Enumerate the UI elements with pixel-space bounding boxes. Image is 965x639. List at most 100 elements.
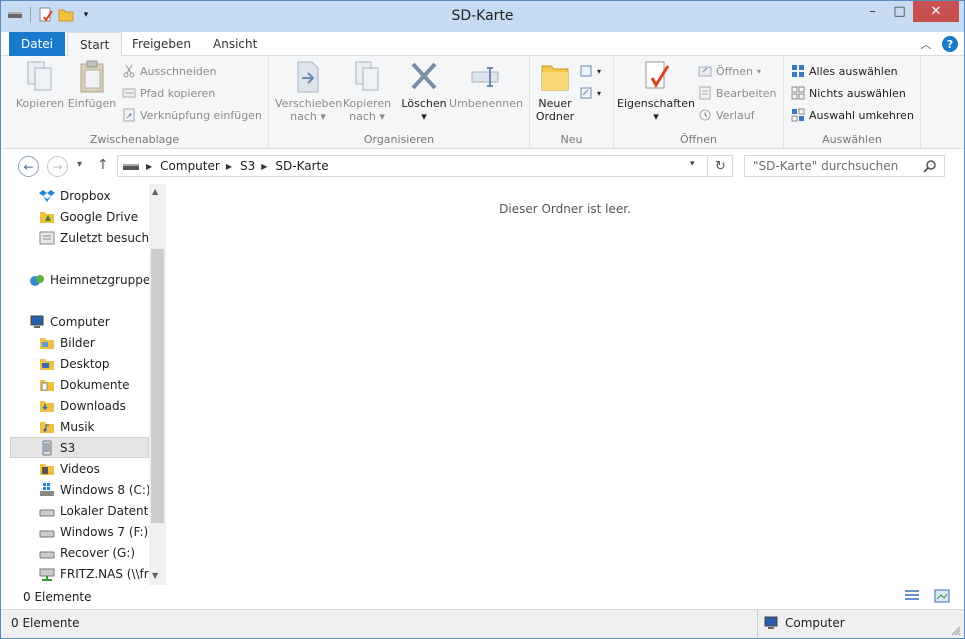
back-button[interactable]: ← xyxy=(18,156,39,177)
bearbeiten-button[interactable]: Bearbeiten xyxy=(698,83,776,103)
easy-access-icon xyxy=(580,87,592,99)
breadcrumb-s3[interactable]: S3 ▶ xyxy=(240,159,267,173)
neuer-ordner-button[interactable]: Neuer Ordner xyxy=(534,60,576,123)
title-bar: ▾ SD-Karte – □ ✕ xyxy=(1,1,964,32)
copy-icon xyxy=(27,61,52,91)
google-drive-folder-icon xyxy=(40,211,54,223)
tab-freigeben[interactable]: Freigeben xyxy=(120,32,203,56)
navigation-bar: ← → ▾ ↑ ▶ Computer ▶ S3 ▶ SD-Karte ▾ ↻ "SD… xyxy=(1,149,964,184)
pfad-kopieren-button[interactable]: Pfad kopieren xyxy=(122,83,215,103)
eigenschaften-label: Eigenschaften xyxy=(617,97,695,110)
nav-scrollbar-thumb[interactable] xyxy=(151,249,164,523)
verknuepfung-button[interactable]: Verknüpfung einfügen xyxy=(122,105,262,125)
recent-places-icon xyxy=(39,231,55,244)
chevron-right-icon[interactable]: ▶ xyxy=(146,162,152,171)
item-count-bottom: 0 Elemente xyxy=(11,616,80,630)
open-icon xyxy=(698,66,712,77)
nichts-auswaehlen-label: Nichts auswählen xyxy=(809,86,906,100)
scroll-up-icon[interactable]: ▲ xyxy=(152,187,158,196)
rename-icon xyxy=(471,67,499,87)
help-icon[interactable]: ? xyxy=(942,36,958,52)
homegroup-icon xyxy=(30,274,44,286)
breadcrumb-computer[interactable]: Computer ▶ xyxy=(160,159,232,173)
loeschen-button[interactable]: Löschen ▾ xyxy=(399,60,449,123)
computer-icon xyxy=(764,616,778,629)
ausschneiden-button[interactable]: Ausschneiden xyxy=(122,61,217,81)
search-input[interactable]: "SD-Karte" durchsuchen xyxy=(744,155,945,177)
neues-element-button[interactable]: ▾ xyxy=(579,61,601,81)
loeschen-dropdown-icon: ▾ xyxy=(421,110,427,123)
verschieben-sub: nach ▾ xyxy=(290,110,326,123)
drive-icon xyxy=(123,164,139,170)
drive-icon xyxy=(39,551,55,558)
group-oeffnen: Eigenschaften ▾ Öffnen ▾ Bearbeiten Verla… xyxy=(614,56,784,149)
group-auswaehlen: Alles auswählen Nichts auswählen Auswahl… xyxy=(784,56,921,149)
ribbon-controls: ︿ ? xyxy=(918,36,958,52)
oeffnen-button[interactable]: Öffnen ▾ xyxy=(698,61,761,81)
large-icons-view-icon[interactable] xyxy=(934,589,950,603)
shortcut-icon xyxy=(123,108,135,122)
eigenschaften-dropdown-icon: ▾ xyxy=(653,110,659,123)
address-dropdown-icon[interactable]: ▾ xyxy=(690,159,695,169)
refresh-button[interactable]: ↻ xyxy=(707,155,733,177)
group-label-organisieren: Organisieren xyxy=(363,133,435,146)
umbenennen-label: Umbenennen xyxy=(449,97,523,110)
einfuegen-button[interactable]: Einfügen xyxy=(67,60,117,110)
nichts-auswaehlen-button[interactable]: Nichts auswählen xyxy=(791,83,906,103)
details-view-icon[interactable] xyxy=(904,589,920,603)
verschieben-button[interactable]: Verschieben nach ▾ xyxy=(275,60,342,123)
location-indicator: Computer xyxy=(763,615,845,631)
item-count: 0 Elemente xyxy=(23,590,92,604)
file-list[interactable]: Dieser Ordner ist leer. xyxy=(166,184,964,585)
eigenschaften-button[interactable]: Eigenschaften ▾ xyxy=(616,60,696,123)
maximize-button[interactable]: □ xyxy=(886,1,913,22)
tab-datei[interactable]: Datei xyxy=(9,32,65,56)
ribbon-tabs: Datei Start Freigeben Ansicht ︿ ? xyxy=(1,32,964,57)
folder-icon xyxy=(40,463,54,475)
einfuegen-label: Einfügen xyxy=(67,97,117,110)
folder-icon xyxy=(40,358,54,370)
folder-icon xyxy=(40,337,54,349)
nav-item-s3[interactable]: S3 xyxy=(10,437,149,458)
close-button[interactable]: ✕ xyxy=(913,1,959,22)
resize-grip-icon[interactable] xyxy=(951,626,961,636)
recent-locations-icon[interactable]: ▾ xyxy=(77,159,82,170)
tab-ansicht[interactable]: Ansicht xyxy=(201,32,269,56)
verknuepfung-label: Verknüpfung einfügen xyxy=(140,108,262,122)
drive-icon xyxy=(39,530,55,537)
kopieren-label: Kopieren xyxy=(15,97,65,110)
up-arrow-icon[interactable]: ↑ xyxy=(97,157,109,173)
move-icon xyxy=(297,61,319,93)
group-label-oeffnen: Öffnen xyxy=(680,133,717,146)
group-neu: Neuer Ordner ▾ ▾ Neu xyxy=(530,56,614,149)
chevron-right-icon: ▶ xyxy=(261,161,268,171)
select-none-icon xyxy=(791,86,805,100)
forward-button[interactable]: → xyxy=(47,156,68,177)
ribbon-collapse-icon[interactable]: ︿ xyxy=(918,36,934,52)
group-zwischenablage: Kopieren Einfügen Ausschneiden Pfad kopi… xyxy=(1,56,269,149)
ausschneiden-label: Ausschneiden xyxy=(140,64,217,78)
scroll-down-icon[interactable]: ▼ xyxy=(152,571,158,580)
tab-start[interactable]: Start xyxy=(67,32,123,57)
kopieren-button[interactable]: Kopieren xyxy=(15,60,65,110)
verlauf-button[interactable]: Verlauf xyxy=(698,105,755,125)
minimize-button[interactable]: – xyxy=(859,1,886,22)
drive-icon xyxy=(39,509,55,516)
invert-selection-icon xyxy=(791,108,805,122)
einfacher-zugriff-button[interactable]: ▾ xyxy=(579,83,601,103)
address-bar[interactable]: ▶ Computer ▶ S3 ▶ SD-Karte xyxy=(117,155,733,177)
auswahl-umkehren-label: Auswahl umkehren xyxy=(809,108,914,122)
kopieren-nach-button[interactable]: Kopieren nach ▾ xyxy=(341,60,393,123)
umbenennen-button[interactable]: Umbenennen xyxy=(449,60,523,110)
network-drive-icon xyxy=(39,568,55,581)
phone-icon xyxy=(42,440,52,455)
scissors-icon xyxy=(123,64,135,78)
search-icon[interactable] xyxy=(923,159,937,173)
auswahl-umkehren-button[interactable]: Auswahl umkehren xyxy=(791,105,914,125)
computer-icon xyxy=(30,315,44,328)
breadcrumb-sd-karte[interactable]: SD-Karte xyxy=(275,159,328,173)
empty-folder-message: Dieser Ordner ist leer. xyxy=(499,202,631,216)
alles-auswaehlen-button[interactable]: Alles auswählen xyxy=(791,61,898,81)
status-bar: 0 Elemente xyxy=(1,585,964,609)
dropbox-icon xyxy=(39,189,55,202)
